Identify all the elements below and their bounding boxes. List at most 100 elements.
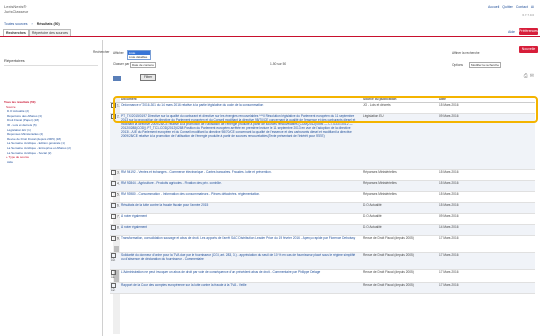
sidebar-divider [102,40,103,336]
row-document-link[interactable]: Ordonnance n°2016-301 du 14 mars 2016 re… [121,103,363,113]
row-checkbox[interactable] [111,103,116,108]
table-row[interactable]: 9. Transformation, consolidation sauvage … [110,236,535,253]
row-document-link[interactable]: Résultats de la lutte contre la fraude f… [121,203,363,213]
row-date: 17 Mars 2016 [439,253,459,257]
row-document-link[interactable]: À noter également [121,225,363,235]
row-source: D.O Actualité [363,225,382,229]
breadcrumb-current: Résultats (50) [36,22,60,26]
row-date: 17 Mars 2016 [439,236,459,240]
version-label: 6.7.7.0.0 [522,13,534,17]
table-row[interactable]: 3. RM 94192 - Ventes et échanges - Commer… [110,170,535,181]
afficher-dropdown[interactable]: Liste Liste détaillée [127,50,151,60]
results-table: Document Source ou publication Date 1. Or… [110,97,535,294]
print-icon[interactable]: ⎙ [524,73,528,79]
row-document-link[interactable]: RM 94192 - Ventes et échanges - Commerce… [121,170,363,180]
row-checkbox[interactable] [111,225,116,230]
row-checkbox[interactable] [111,192,116,197]
table-row[interactable]: 7. À noter également D.O Actualité 09 Mars … [110,214,535,225]
row-document-link[interactable]: PT_TX/2015/0197 Directive sur la qualité… [121,114,363,169]
row-document-link[interactable]: Rapport de la Cour des comptes européenn… [121,283,363,293]
row-number: 2. [110,114,121,169]
breadcrumb: Toutes sources › Résultats (50) [4,22,60,26]
quitter-link[interactable]: Quitter [502,5,513,9]
row-source: Revue de Droit Fiscal (depuis 2005) [363,236,414,240]
preferences-button[interactable]: Préférences [519,28,538,35]
row-document-link[interactable]: RM 93980 - Consommation - Information de… [121,192,363,202]
row-document-link[interactable]: L'Administration ne peut invoquer un abu… [121,270,363,282]
email-icon[interactable]: ✉ [530,73,534,79]
row-date: 15 Mars 2016 [439,192,459,196]
accueil-link[interactable]: Accueil [488,5,499,9]
row-date: 09 Mars 2016 [439,114,459,118]
rechercher-label[interactable]: Rechercher [93,50,109,54]
row-source: D.O Actualité [363,214,382,218]
table-row[interactable]: 11. L'Administration ne peut invoquer un … [110,270,535,283]
table-row[interactable]: 4. RM 92844 - Agriculture - Produits agri… [110,181,535,192]
options-label: Options [452,63,463,67]
row-checkbox[interactable] [111,170,116,175]
row-source: Revue de Droit Fiscal (depuis 2005) [363,253,414,257]
col-date[interactable]: Date [439,97,499,102]
per-page-label: 1-50 sur 50 [270,62,287,66]
row-date: 17 Mars 2016 [439,283,459,287]
sidebar-rule [4,65,98,66]
row-checkbox[interactable] [111,236,116,241]
row-checkbox[interactable] [111,114,116,119]
row-date: 15 Mars 2016 [439,181,459,185]
row-source: JO - Lois et décrets [363,103,391,107]
col-document[interactable]: Document [121,97,363,102]
row-number: 9. [110,236,121,252]
classer-label: Classer par [113,62,130,66]
row-source: D.O Actualité [363,203,382,207]
table-row[interactable]: 8. À noter également D.O Actualité 14 Mars … [110,225,535,236]
table-row[interactable]: 6. Résultats de la lutte contre la fraude… [110,203,535,214]
breadcrumb-home-link[interactable]: Toutes sources [4,22,28,26]
row-number: 1. [110,103,121,113]
table-row[interactable]: 12. Rapport de la Cour des comptes europé… [110,283,535,294]
aide-link-secondary[interactable]: Aide [508,30,515,34]
table-row[interactable]: 5. RM 93980 - Consommation - Information … [110,192,535,203]
row-document-link[interactable]: Transformation, consolidation sauvage et… [121,236,363,252]
row-number: 12. [110,283,121,293]
contact-link[interactable]: Contact [516,5,528,9]
filtrer-button[interactable]: Filtrer [140,74,157,81]
row-source: Réponses Ministérielles [363,181,397,185]
row-document-link[interactable]: RM 92844 - Agriculture - Produits agrico… [121,181,363,191]
row-number: 4. [110,181,121,191]
row-number: 8. [110,225,121,235]
table-row[interactable]: 1. Ordonnance n°2016-301 du 14 mars 2016 … [110,103,535,114]
row-number: 5. [110,192,121,202]
app-logo: LexisNexis® JurisClasseur [4,4,28,14]
nouvelle-button[interactable]: Nouvelle [519,46,538,53]
table-row[interactable]: 2. PT_TX/2015/0197 Directive sur la quali… [110,114,535,170]
row-checkbox[interactable] [111,181,116,186]
sidebar-title: Répertoires [4,58,25,63]
row-number: 3. [110,170,121,180]
options-select[interactable]: Modifier la recherche [469,62,502,68]
row-source: Revue de Droit Fiscal (depuis 2005) [363,270,414,274]
row-checkbox[interactable] [111,214,116,219]
logo-line-2: JurisClasseur [4,9,29,14]
aide-link[interactable]: Ai [531,5,534,9]
row-checkbox[interactable] [111,203,116,208]
row-document-link[interactable]: À noter également [121,214,363,224]
row-number: 10. [110,253,121,269]
classer-select[interactable]: Date de contenu [130,62,157,68]
row-source: Législation EU [363,114,384,118]
facet-extra[interactable]: Aide [4,160,100,165]
row-document-link[interactable]: Solidarité du donneur d'ordre pour la TV… [121,253,363,269]
facets-panel: Tous les résultats (50) Source D.O Actua… [4,100,100,164]
go-button[interactable] [113,76,121,81]
row-number: 11. [110,270,121,282]
row-number: 7. [110,214,121,224]
row-date: 15 Mars 2016 [439,170,459,174]
table-row[interactable]: 10. Solidarité du donneur d'ordre pour la… [110,253,535,270]
row-date: 15 Mars 2016 [439,203,459,207]
row-source: Réponses Ministérielles [363,192,397,196]
dropdown-option[interactable]: Liste détaillée [128,55,150,59]
col-source[interactable]: Source ou publication [363,97,439,102]
row-date: 14 Mars 2016 [439,225,459,229]
affiner-label: Affiner la recherche [452,51,480,55]
toolbar-icons: ⎙ ✉ [524,73,534,79]
row-source: Revue de Droit Fiscal (depuis 2005) [363,283,414,287]
